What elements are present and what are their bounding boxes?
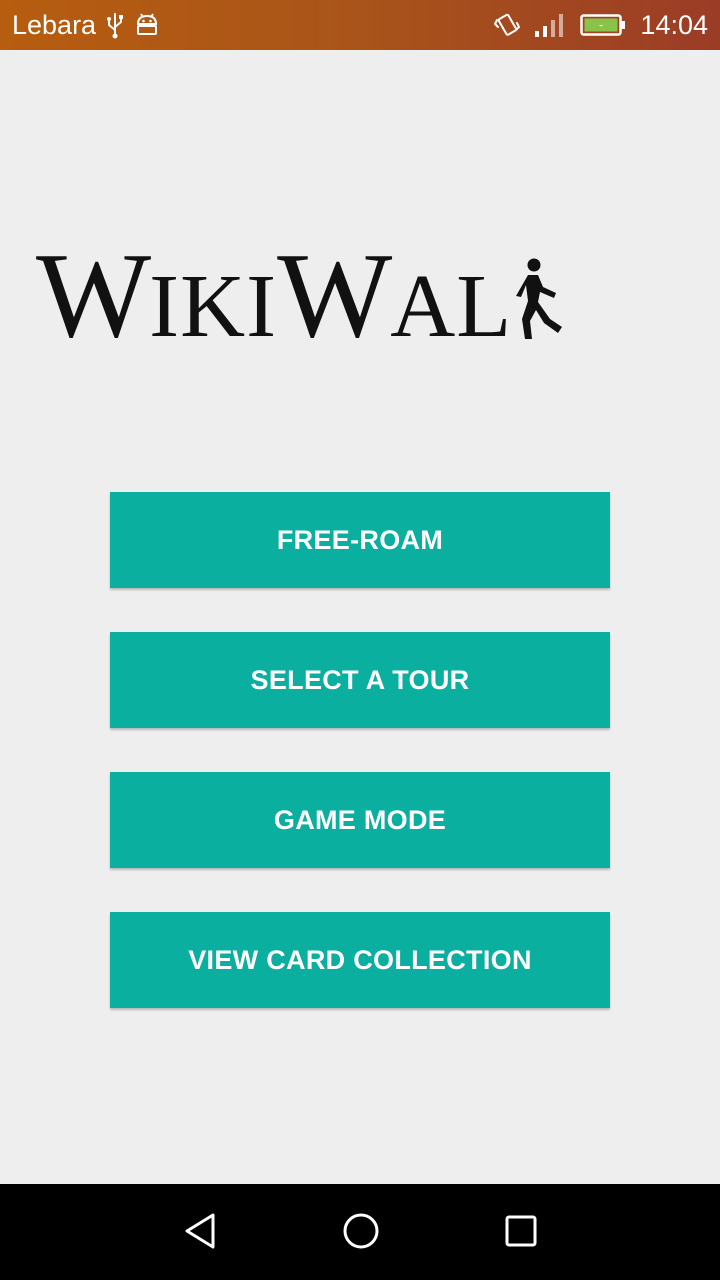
home-button[interactable] bbox=[326, 1198, 396, 1268]
logo-letters-iki: IKI bbox=[149, 257, 278, 356]
logo-text: W IKI W AL bbox=[36, 235, 512, 357]
vibrate-icon bbox=[494, 11, 521, 39]
carrier-name: Lebara bbox=[12, 9, 97, 40]
walking-person-icon bbox=[516, 257, 566, 346]
back-button[interactable] bbox=[166, 1198, 236, 1268]
select-a-tour-button[interactable]: SELECT A TOUR bbox=[110, 632, 610, 728]
app-screen: Lebara 14:04 W IKI W AL FREE-ROAM SELECT… bbox=[0, 0, 720, 1280]
recents-icon bbox=[501, 1211, 541, 1256]
logo-letter-w2: W bbox=[277, 228, 392, 363]
clock: 14:04 bbox=[640, 9, 708, 40]
recents-button[interactable] bbox=[486, 1198, 556, 1268]
battery-charging-icon bbox=[580, 13, 626, 37]
game-mode-button[interactable]: GAME MODE bbox=[110, 772, 610, 868]
main-menu: FREE-ROAM SELECT A TOUR GAME MODE VIEW C… bbox=[110, 492, 610, 1052]
home-icon bbox=[341, 1211, 381, 1256]
usb-icon bbox=[106, 11, 124, 39]
status-right: 14:04 bbox=[494, 0, 708, 50]
android-debug-icon bbox=[134, 12, 160, 38]
back-icon bbox=[181, 1211, 221, 1256]
status-left: Lebara bbox=[12, 0, 160, 50]
app-logo: W IKI W AL bbox=[36, 235, 676, 357]
free-roam-button[interactable]: FREE-ROAM bbox=[110, 492, 610, 588]
navigation-bar bbox=[0, 1184, 720, 1280]
status-bar: Lebara 14:04 bbox=[0, 0, 720, 50]
view-card-collection-button[interactable]: VIEW CARD COLLECTION bbox=[110, 912, 610, 1008]
logo-letter-w1: W bbox=[36, 228, 151, 363]
signal-icon bbox=[534, 12, 566, 38]
logo-letters-al: AL bbox=[390, 257, 513, 356]
